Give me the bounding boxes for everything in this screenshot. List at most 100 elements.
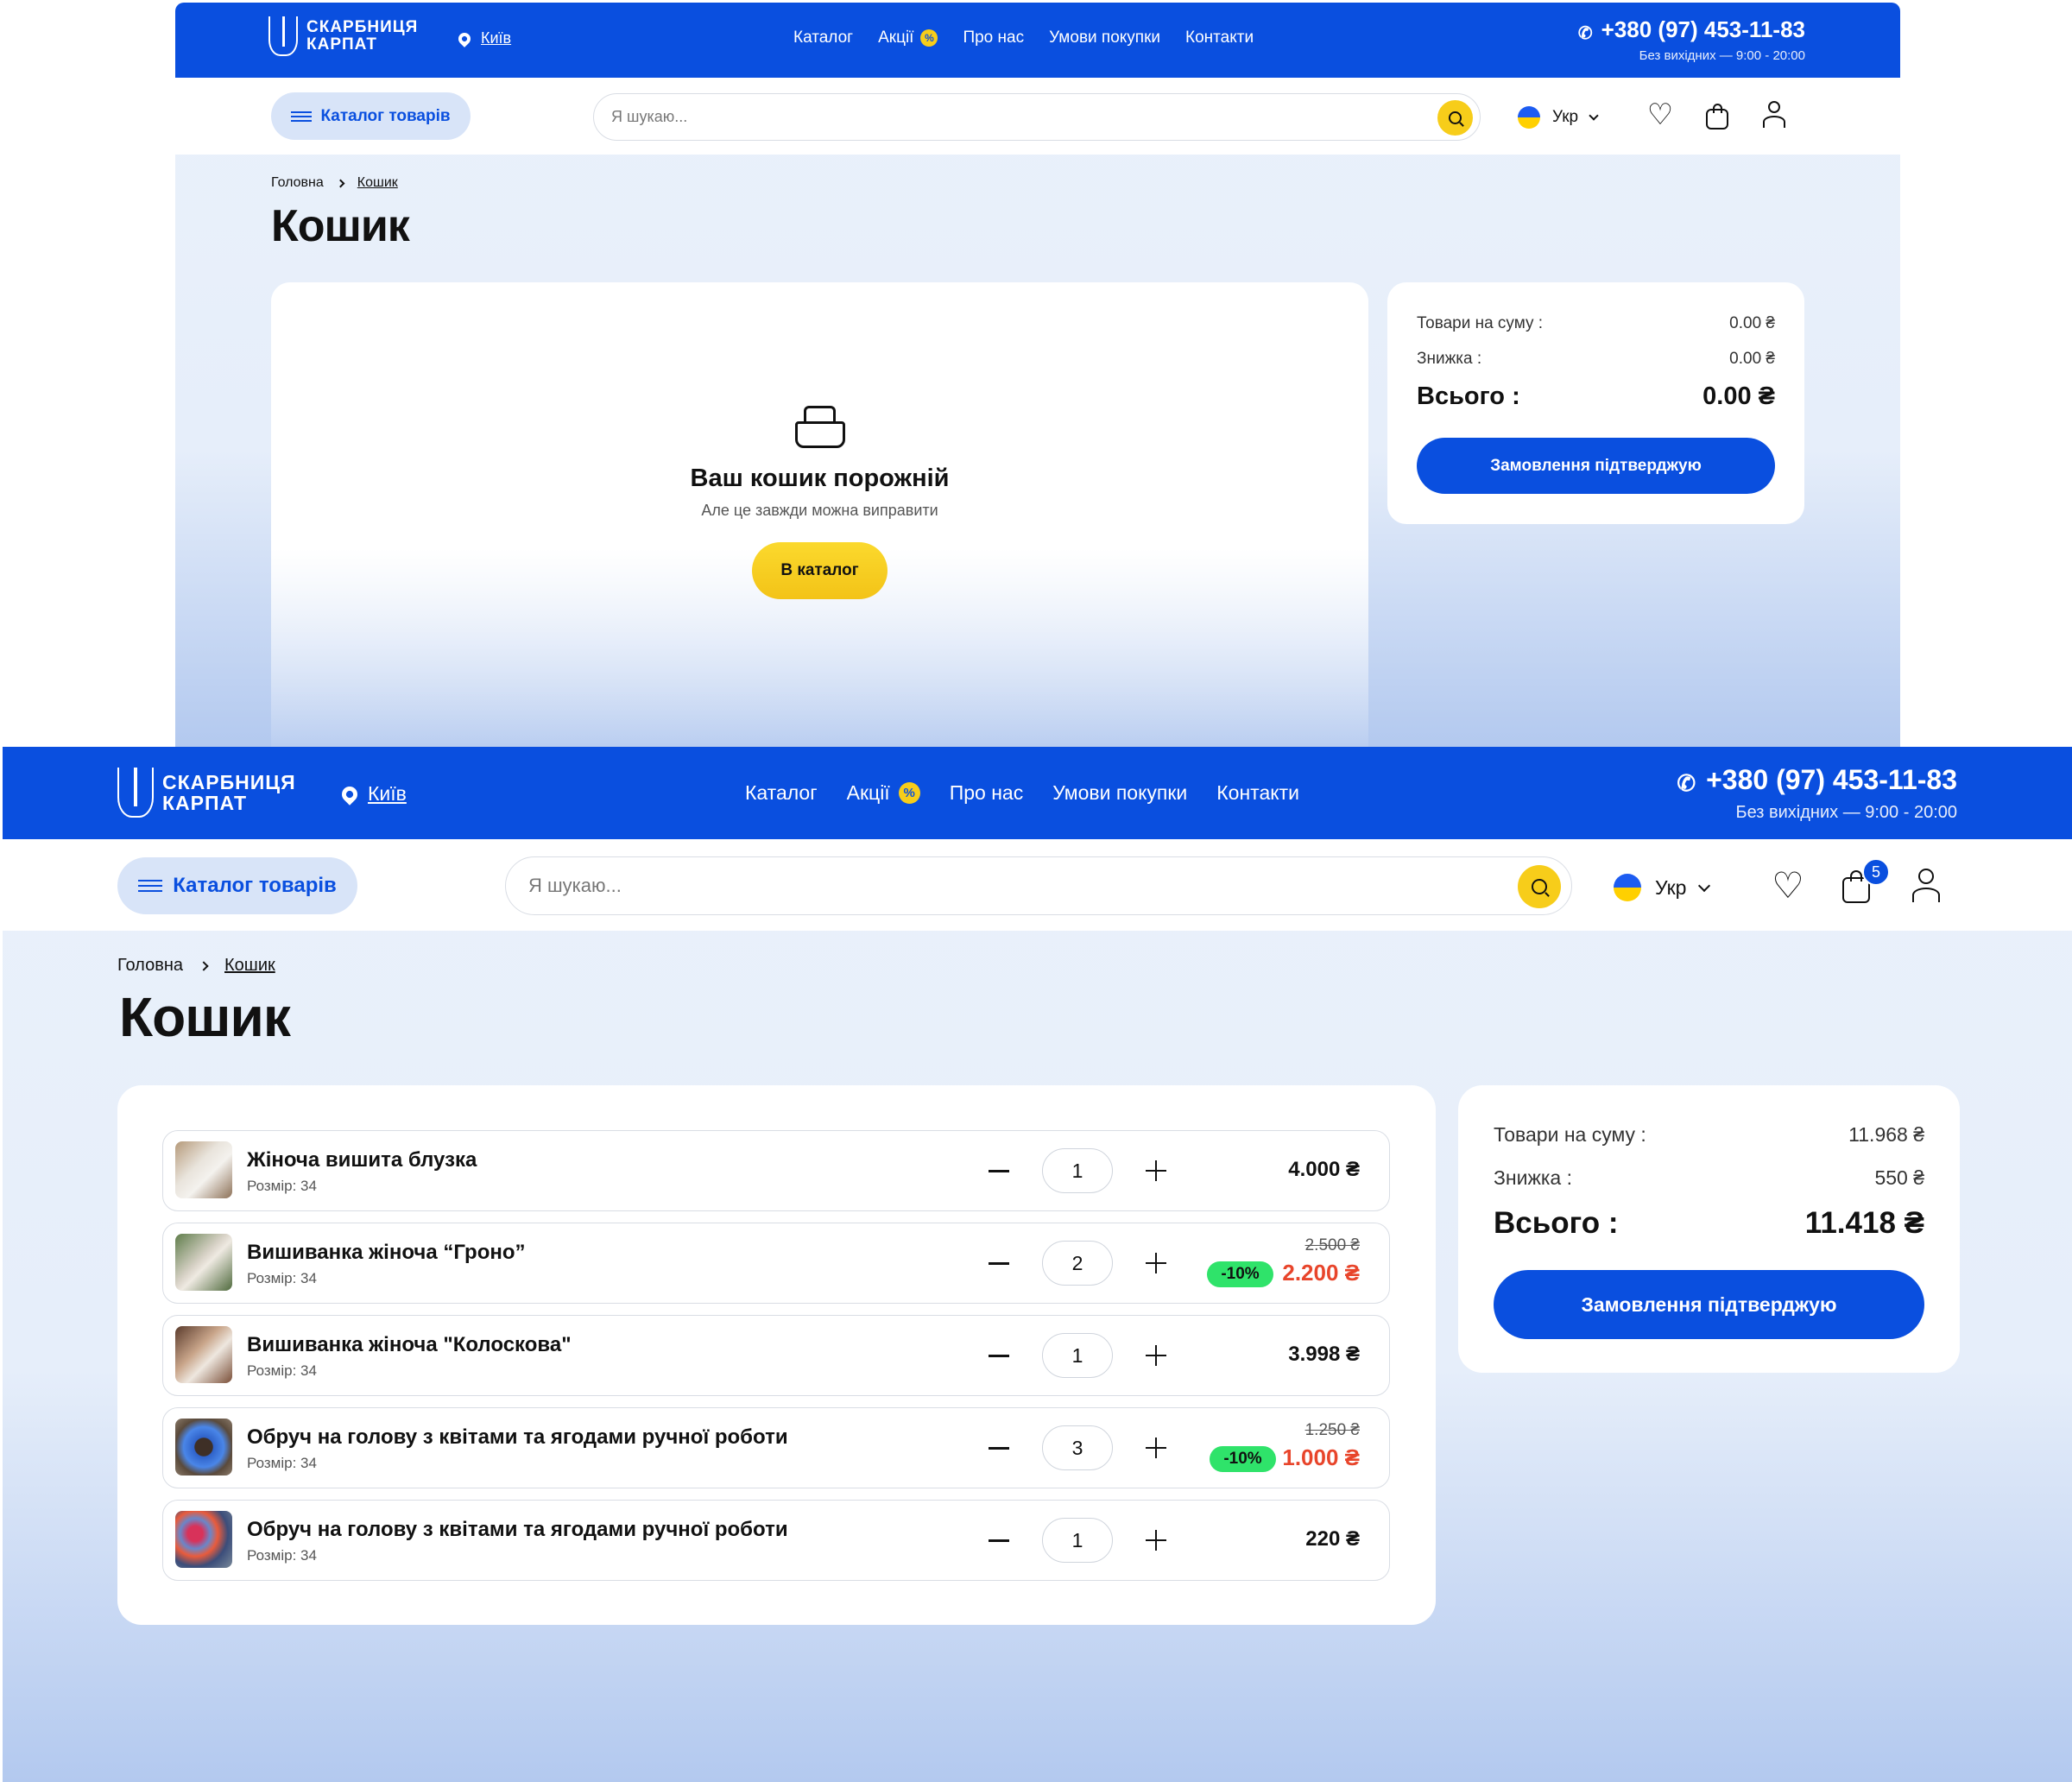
subtotal-value: 0.00 ₴ (1729, 314, 1775, 332)
nav-catalog[interactable]: Каталог (745, 781, 818, 805)
quantity-field[interactable]: 1 (1042, 1148, 1113, 1193)
city-selector[interactable]: Київ (338, 782, 407, 806)
language-selector[interactable]: Укр (1518, 106, 1599, 129)
item-price: 4.000 ₴ (1288, 1158, 1360, 1181)
product-image[interactable] (175, 1234, 232, 1291)
empty-cart-screen: СКАРБНИЦЯ КАРПАТ Київ Каталог Акції% Про… (175, 3, 1900, 747)
search-row: Каталог товарів Укр ♡ 5 (3, 839, 2072, 931)
total-row: Всього : 11.418 ₴ (1494, 1206, 1924, 1241)
product-name[interactable]: Жіноча вишита блузка (247, 1148, 477, 1172)
cart-button[interactable] (1704, 104, 1730, 130)
nav-contacts[interactable]: Контакти (1216, 781, 1299, 805)
breadcrumb-home[interactable]: Головна (117, 956, 183, 976)
empty-cart-subtitle: Але це завжди можна виправити (701, 502, 938, 519)
brand-line1: СКАРБНИЦЯ (162, 770, 296, 793)
nav-promotions[interactable]: Акції% (878, 28, 938, 47)
account-button[interactable] (1760, 100, 1788, 130)
total-value: 11.418 ₴ (1804, 1206, 1924, 1240)
item-price: 3.998 ₴ (1288, 1343, 1360, 1366)
increase-qty-button[interactable] (1146, 1438, 1166, 1458)
product-image[interactable] (175, 1141, 232, 1198)
product-image[interactable] (175, 1419, 232, 1476)
account-button[interactable] (1911, 868, 1942, 904)
quantity-field[interactable]: 2 (1042, 1241, 1113, 1286)
increase-qty-button[interactable] (1146, 1160, 1166, 1181)
city-selector[interactable]: Київ (456, 29, 512, 47)
nav-promotions[interactable]: Акції% (847, 781, 920, 805)
cart-item: Вишиванка жіноча “Гроно” Розмір: 34 2 2.… (162, 1223, 1390, 1304)
increase-qty-button[interactable] (1146, 1253, 1166, 1273)
subtotal-label: Товари на суму : (1494, 1123, 1646, 1146)
quantity-field[interactable]: 1 (1042, 1518, 1113, 1563)
decrease-qty-button[interactable] (989, 1539, 1009, 1542)
search-button[interactable] (1518, 865, 1561, 908)
discount-badge: -10% (1207, 1261, 1273, 1287)
confirm-order-button[interactable]: Замовлення підтверджую (1417, 438, 1775, 494)
discount-label: Знижка : (1494, 1166, 1572, 1189)
search-icon (1449, 111, 1462, 124)
cart-button[interactable]: 5 (1840, 858, 1890, 903)
wishlist-button[interactable]: ♡ (1770, 868, 1806, 904)
sale-price: 1.000 ₴ (1282, 1444, 1360, 1470)
user-icon (1763, 101, 1785, 129)
total-label: Всього : (1494, 1206, 1619, 1240)
logo[interactable]: СКАРБНИЦЯ КАРПАТ (117, 768, 296, 818)
percent-badge-icon: % (898, 782, 920, 804)
logo[interactable]: СКАРБНИЦЯ КАРПАТ (268, 16, 418, 56)
decrease-qty-button[interactable] (989, 1355, 1009, 1357)
nav-terms[interactable]: Умови покупки (1049, 28, 1160, 47)
go-to-catalog-button[interactable]: В каталог (752, 542, 888, 599)
catalog-button[interactable]: Каталог товарів (117, 857, 357, 914)
product-size: Розмір: 34 (247, 1547, 317, 1564)
nav-about[interactable]: Про нас (963, 28, 1024, 47)
phone-block[interactable]: ✆ +380 (97) 453-11-83 Без вихідних — 9:00… (1577, 16, 1805, 63)
increase-qty-button[interactable] (1146, 1530, 1166, 1551)
sale-price: 2.200 ₴ (1282, 1260, 1360, 1286)
nav-about[interactable]: Про нас (950, 781, 1024, 805)
product-name[interactable]: Обруч на голову з квітами та ягодами руч… (247, 1518, 788, 1542)
search-input[interactable] (528, 875, 1571, 897)
location-pin-icon (456, 29, 473, 47)
search-input[interactable] (611, 108, 1480, 126)
old-price: 2.500 ₴ (1304, 1236, 1360, 1254)
product-image[interactable] (175, 1511, 232, 1568)
breadcrumb-home[interactable]: Головна (271, 175, 324, 191)
search-button[interactable] (1437, 100, 1473, 136)
increase-qty-button[interactable] (1146, 1345, 1166, 1366)
catalog-button[interactable]: Каталог товарів (271, 92, 471, 140)
quantity-field[interactable]: 1 (1042, 1333, 1113, 1378)
ukraine-flag-icon (1614, 874, 1641, 901)
nav-terms[interactable]: Умови покупки (1052, 781, 1187, 805)
location-pin-icon (338, 782, 361, 806)
discount-row: Знижка : 0.00 ₴ (1417, 350, 1775, 369)
search-bar (593, 93, 1481, 141)
user-icon (1912, 869, 1940, 903)
cart-items-panel: Жіноча вишита блузка Розмір: 34 1 4.000 … (117, 1085, 1436, 1625)
old-price: 1.250 ₴ (1304, 1421, 1360, 1439)
phone-number: +380 (97) 453-11-83 (1706, 764, 1957, 795)
wishlist-button[interactable]: ♡ (1646, 100, 1675, 130)
empty-cart-message: Ваш кошик порожній Але це завжди можна в… (271, 403, 1368, 599)
total-value: 0.00 ₴ (1702, 382, 1775, 410)
nav-contacts[interactable]: Контакти (1185, 28, 1254, 47)
nav-catalog[interactable]: Каталог (793, 28, 853, 47)
phone-icon: ✆ (1677, 769, 1696, 796)
language-selector[interactable]: Укр (1614, 874, 1711, 901)
product-name[interactable]: Обруч на голову з квітами та ягодами руч… (247, 1425, 788, 1450)
phone-block[interactable]: ✆ +380 (97) 453-11-83 Без вихідних — 9:00… (1675, 764, 1957, 823)
cart-count-badge: 5 (1862, 858, 1890, 886)
product-size: Розмір: 34 (247, 1178, 317, 1194)
catalog-button-label: Каталог товарів (173, 874, 337, 897)
product-name[interactable]: Вишиванка жіноча “Гроно” (247, 1241, 526, 1265)
subtotal-row: Товари на суму : 0.00 ₴ (1417, 314, 1775, 333)
discount-badge: -10% (1210, 1446, 1276, 1472)
phone-number: +380 (97) 453-11-83 (1601, 16, 1805, 42)
decrease-qty-button[interactable] (989, 1170, 1009, 1172)
confirm-order-button[interactable]: Замовлення підтверджую (1494, 1270, 1924, 1339)
decrease-qty-button[interactable] (989, 1447, 1009, 1450)
decrease-qty-button[interactable] (989, 1262, 1009, 1265)
product-name[interactable]: Вишиванка жіноча "Колоскова" (247, 1333, 572, 1357)
city-name: Київ (481, 29, 512, 47)
quantity-field[interactable]: 3 (1042, 1425, 1113, 1470)
product-image[interactable] (175, 1326, 232, 1383)
